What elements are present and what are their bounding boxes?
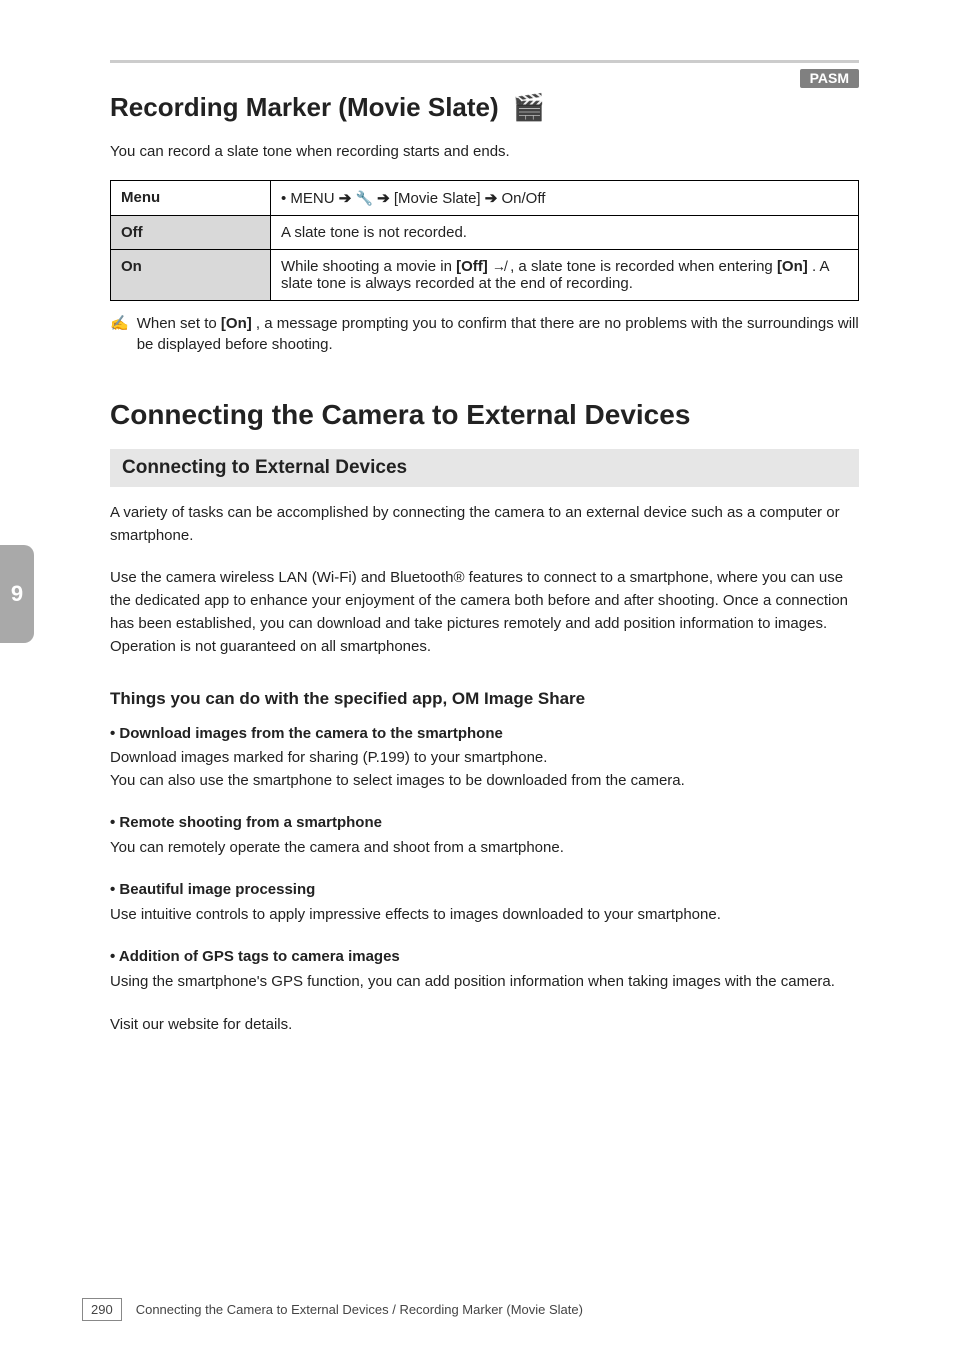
option-on-head: On [111,250,271,301]
section-title: Recording Marker (Movie Slate) 🎬 [110,92,859,123]
feature-desc: You can remotely operate the camera and … [110,839,564,856]
chapter-number: 9 [11,581,23,607]
list-item: Download images from the camera to the s… [110,723,859,793]
feature-name: Remote shooting from a smartphone [110,812,859,835]
arrow-right-icon: ➔ [485,190,498,207]
table-row: On While shooting a movie in [Off] ↛ , a… [111,250,859,301]
table-row: Off A slate tone is not recorded. [111,216,859,250]
text: When set to [137,315,221,332]
feature-name: Addition of GPS tags to camera images [110,946,859,969]
feature-list: Download images from the camera to the s… [110,723,859,994]
bold: [On] [777,258,808,275]
list-item: Beautiful image processing Use intuitive… [110,879,859,926]
option-off-head: Off [111,216,271,250]
hint: ✍ When set to [On] , a message prompting… [110,313,859,355]
feature-desc: Download images marked for sharing (P.19… [110,749,547,766]
path-seg: On/Off [502,190,546,207]
footer: 290 Connecting the Camera to External De… [0,1298,954,1321]
menu-label-cell: Menu [111,181,271,216]
visit-text: Visit our website for details. [110,1013,859,1036]
chapter-tab: 9 [0,545,34,643]
breadcrumb: Connecting the Camera to External Device… [136,1302,859,1317]
hint-icon: ✍ [110,313,129,355]
heading-connecting: Connecting the Camera to External Device… [110,399,859,431]
movie-slate-icon: 🎬 [513,92,545,123]
feature-desc-2: You can also use the smartphone to selec… [110,772,685,789]
option-off-desc: A slate tone is not recorded. [271,216,859,250]
para-1: A variety of tasks can be accomplished b… [110,501,859,548]
list-item: Addition of GPS tags to camera images Us… [110,946,859,993]
header-row: PASM [110,69,859,88]
page-number: 290 [82,1298,122,1321]
intro-text: You can record a slate tone when recordi… [110,141,859,162]
rec-icon: ↛ [492,258,506,274]
feature-name: Download images from the camera to the s… [110,723,859,746]
divider [110,60,859,63]
text: While shooting a movie in [281,258,456,275]
path-seg: [Movie Slate] [394,190,485,207]
bold: [Off] [456,258,488,275]
page: PASM Recording Marker (Movie Slate) 🎬 Yo… [0,0,954,1357]
feature-desc: Use intuitive controls to apply impressi… [110,906,721,923]
heading-app-features: Things you can do with the specified app… [110,689,859,709]
table-row: Menu • MENU ➔ 🔧 ➔ [Movie Slate] ➔ On/Off [111,181,859,216]
text: Operation is not guaranteed on all smart… [110,638,431,655]
feature-name: Beautiful image processing [110,879,859,902]
para-2: Use the camera wireless LAN (Wi-Fi) and … [110,566,859,659]
option-on-desc: While shooting a movie in [Off] ↛ , a sl… [271,250,859,301]
arrow-right-icon: ➔ [377,190,390,207]
menu-path-cell: • MENU ➔ 🔧 ➔ [Movie Slate] ➔ On/Off [271,181,859,216]
list-item: Remote shooting from a smartphone You ca… [110,812,859,859]
mode-badge: PASM [800,69,859,88]
feature-desc: Using the smartphone's GPS function, you… [110,973,835,990]
subheading-bar: Connecting to External Devices [110,449,859,487]
wrench-icon: 🔧 [356,190,373,206]
path-seg: • MENU [281,190,339,207]
text: Use the camera wireless LAN (Wi-Fi) and … [110,569,848,633]
settings-table: Menu • MENU ➔ 🔧 ➔ [Movie Slate] ➔ On/Off… [110,180,859,301]
arrow-right-icon: ➔ [339,190,352,207]
section-title-text: Recording Marker (Movie Slate) [110,92,499,123]
text: , a slate tone is recorded when entering [510,258,777,275]
bold: [On] [221,315,252,332]
hint-text: When set to [On] , a message prompting y… [137,313,859,355]
